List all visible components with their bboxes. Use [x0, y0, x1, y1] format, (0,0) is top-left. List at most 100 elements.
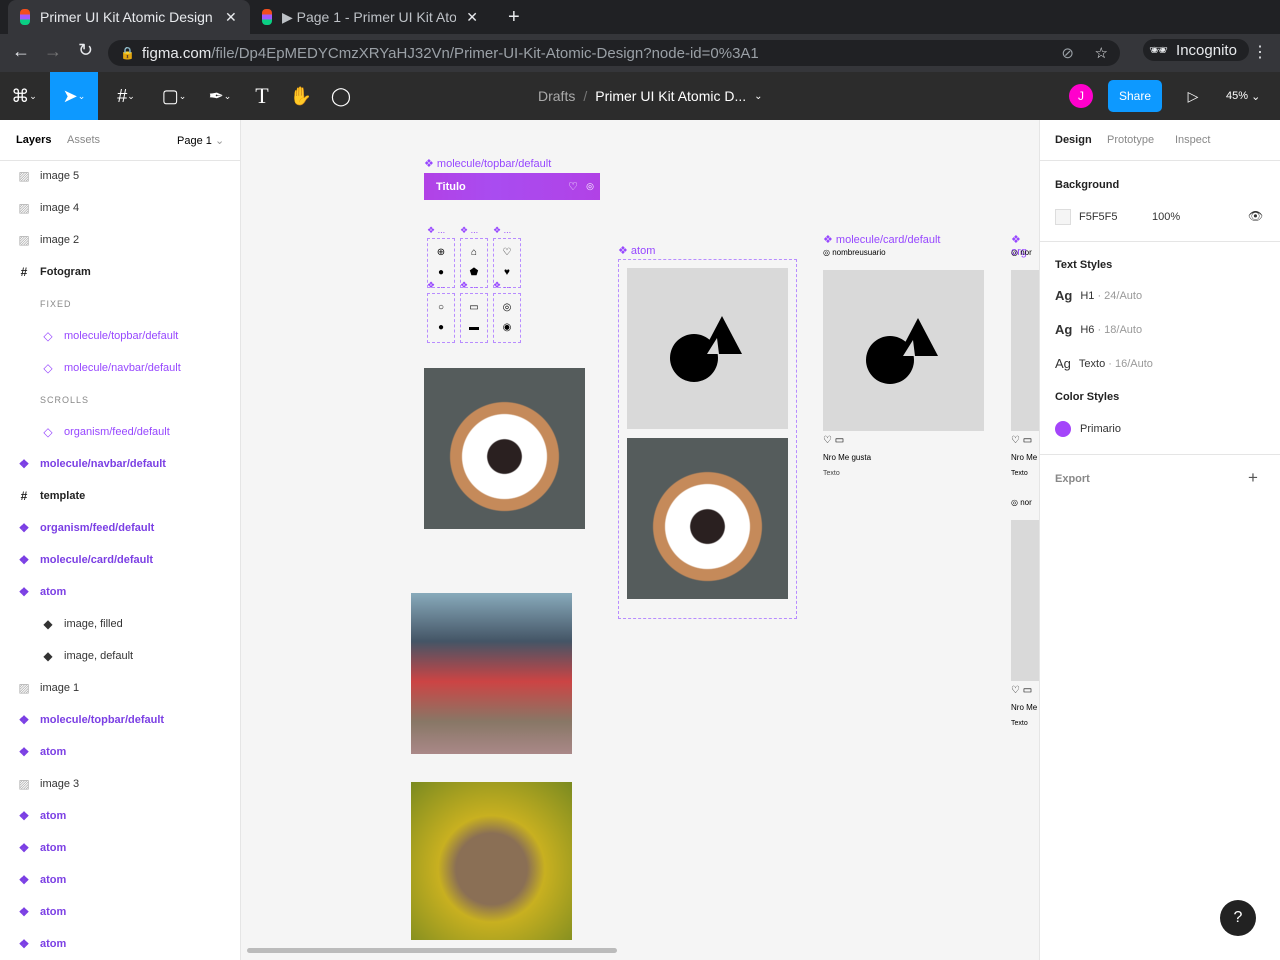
- layer-item[interactable]: ▨ image 4: [0, 192, 240, 224]
- frame-label[interactable]: ❖ molecule/topbar/default: [424, 157, 551, 170]
- layer-name: image 3: [40, 778, 80, 790]
- eye-off-icon[interactable]: ⊘: [1061, 44, 1074, 62]
- layer-item[interactable]: ❖ molecule/topbar/default: [0, 704, 240, 736]
- icon-variant-set[interactable]: ◎ ◉: [493, 293, 521, 343]
- layer-item[interactable]: ❖ atom: [0, 800, 240, 832]
- bg-opacity-input[interactable]: 100%: [1152, 211, 1180, 223]
- layer-item[interactable]: ❖ molecule/navbar/default: [0, 448, 240, 480]
- star-icon[interactable]: ☆: [1095, 44, 1108, 62]
- text-style-item[interactable]: Ag H1 · 24/Auto: [1055, 288, 1142, 303]
- layer-item[interactable]: # Fotogram: [0, 256, 240, 288]
- layer-item[interactable]: ❖ atom: [0, 832, 240, 864]
- layer-item[interactable]: ❖ atom: [0, 864, 240, 896]
- color-swatch-primario[interactable]: [1055, 421, 1071, 437]
- icon-component-label[interactable]: ❖ ...: [460, 225, 478, 236]
- layer-item[interactable]: ▨ image 5: [0, 160, 240, 192]
- layer-name: image 2: [40, 234, 80, 246]
- layer-name: atom: [40, 810, 67, 822]
- tab-inspect[interactable]: Inspect: [1175, 134, 1210, 146]
- frame-label[interactable]: ❖ molecule/card/default: [823, 233, 940, 246]
- tab-prototype[interactable]: Prototype: [1107, 134, 1154, 146]
- layer-item[interactable]: SCROLLS: [0, 384, 240, 416]
- file-name[interactable]: Primer UI Kit Atomic D...: [595, 88, 746, 104]
- move-tool-button[interactable]: ➤ ⌄: [50, 72, 98, 120]
- layer-item[interactable]: ❖ organism/feed/default: [0, 512, 240, 544]
- layer-item[interactable]: ▨ image 3: [0, 768, 240, 800]
- text-style-item[interactable]: Ag H6 · 18/Auto: [1055, 322, 1142, 337]
- layer-item[interactable]: ❖ atom: [0, 928, 240, 960]
- browser-tab-active[interactable]: Primer UI Kit Atomic Design ✕: [8, 0, 250, 34]
- icon-component-label[interactable]: ❖ ...: [427, 225, 445, 236]
- layer-item[interactable]: ❖ atom: [0, 736, 240, 768]
- bg-color-swatch[interactable]: [1055, 209, 1071, 225]
- browser-tab[interactable]: ▶ Page 1 - Primer UI Kit Atomic Design ✕: [250, 0, 490, 34]
- url-host: figma.com: [142, 44, 212, 62]
- eye-icon[interactable]: 👁: [1248, 209, 1263, 223]
- breadcrumb-drafts[interactable]: Drafts: [538, 88, 575, 104]
- layer-item[interactable]: ❖ atom: [0, 896, 240, 928]
- frame-label[interactable]: ❖ atom: [618, 244, 655, 257]
- chevron-down-icon[interactable]: ⌄: [754, 91, 762, 102]
- text-tool-button[interactable]: T: [248, 72, 276, 120]
- share-button[interactable]: Share: [1108, 80, 1162, 112]
- forward-icon[interactable]: →: [44, 41, 62, 62]
- text-styles-heading: Text Styles: [1055, 259, 1113, 271]
- layer-item[interactable]: ◇ molecule/topbar/default: [0, 320, 240, 352]
- url-field[interactable]: 🔒 figma.com/file/Dp4EpMEDYCmzXRYaHJ32Vn/P…: [108, 40, 1120, 66]
- icon-component-label[interactable]: ❖ ...: [427, 280, 445, 291]
- layer-item[interactable]: ◆ image, default: [0, 640, 240, 672]
- incognito-badge[interactable]: 🕶 Incognito: [1143, 39, 1249, 61]
- layer-item[interactable]: ▨ image 1: [0, 672, 240, 704]
- tab-layers[interactable]: Layers: [16, 134, 51, 146]
- horizontal-scrollbar[interactable]: [247, 948, 617, 953]
- tab-assets[interactable]: Assets: [67, 134, 100, 146]
- icon-component-label[interactable]: ❖ ...: [493, 225, 511, 236]
- present-icon[interactable]: ▷: [1183, 72, 1203, 120]
- icon-component-label[interactable]: ❖ ...: [460, 280, 478, 291]
- close-icon[interactable]: ✕: [466, 9, 478, 26]
- hand-tool-button[interactable]: ✋: [286, 72, 316, 120]
- pen-tool-button[interactable]: ✒ ⌄: [198, 72, 242, 120]
- icon-variant-set[interactable]: ▭ ▬: [460, 293, 488, 343]
- atom-component-set[interactable]: [618, 259, 797, 619]
- layer-name: atom: [40, 586, 67, 598]
- main-menu-button[interactable]: ⌘ ⌄: [0, 72, 48, 120]
- frame-tool-button[interactable]: # ⌄: [104, 72, 148, 120]
- menu-icon[interactable]: ⋮: [1252, 42, 1268, 62]
- comp-layer-icon: ❖: [18, 585, 30, 599]
- layer-item[interactable]: ❖ atom: [0, 576, 240, 608]
- avatar[interactable]: J: [1069, 84, 1093, 108]
- layer-name: template: [40, 490, 86, 502]
- layer-item[interactable]: ▨ image 2: [0, 224, 240, 256]
- layer-item[interactable]: ◇ molecule/navbar/default: [0, 352, 240, 384]
- reload-icon[interactable]: ↻: [78, 40, 93, 61]
- color-style-name[interactable]: Primario: [1080, 423, 1121, 435]
- shape-tool-button[interactable]: ▢ ⌄: [152, 72, 196, 120]
- zoom-dropdown[interactable]: 45% ⌄: [1226, 72, 1260, 120]
- bg-hex-input[interactable]: F5F5F5: [1079, 211, 1118, 223]
- canvas[interactable]: ❖ molecule/topbar/default Titulo ♡ ◎ ❖ ...…: [241, 120, 1039, 960]
- page-name: Page 1: [177, 135, 212, 147]
- comment-tool-button[interactable]: ◯: [326, 72, 356, 120]
- page-selector[interactable]: Page 1 ⌄: [177, 134, 224, 147]
- dog-image[interactable]: [424, 368, 585, 529]
- new-tab-button[interactable]: +: [496, 0, 532, 34]
- layer-item[interactable]: FIXED: [0, 288, 240, 320]
- back-icon[interactable]: ←: [12, 41, 30, 62]
- tab-design[interactable]: Design: [1055, 134, 1092, 146]
- layer-name: organism/feed/default: [64, 426, 170, 438]
- topbar-component[interactable]: Titulo ♡ ◎: [424, 173, 600, 200]
- add-export-icon[interactable]: +: [1248, 468, 1258, 488]
- layer-item[interactable]: ❖ molecule/card/default: [0, 544, 240, 576]
- layer-item[interactable]: # template: [0, 480, 240, 512]
- layer-item[interactable]: ◆ image, filled: [0, 608, 240, 640]
- icon-component-label[interactable]: ❖ ...: [493, 280, 511, 291]
- text-style-item[interactable]: Ag Texto · 16/Auto: [1055, 356, 1153, 371]
- city-image[interactable]: [411, 593, 572, 754]
- close-icon[interactable]: ✕: [225, 9, 237, 26]
- icon-variant-set[interactable]: ○ ●: [427, 293, 455, 343]
- layer-item[interactable]: ◇ organism/feed/default: [0, 416, 240, 448]
- kitten-image[interactable]: [411, 782, 572, 940]
- variant-layer-icon: ◆: [43, 617, 53, 631]
- help-button[interactable]: ?: [1220, 900, 1256, 936]
